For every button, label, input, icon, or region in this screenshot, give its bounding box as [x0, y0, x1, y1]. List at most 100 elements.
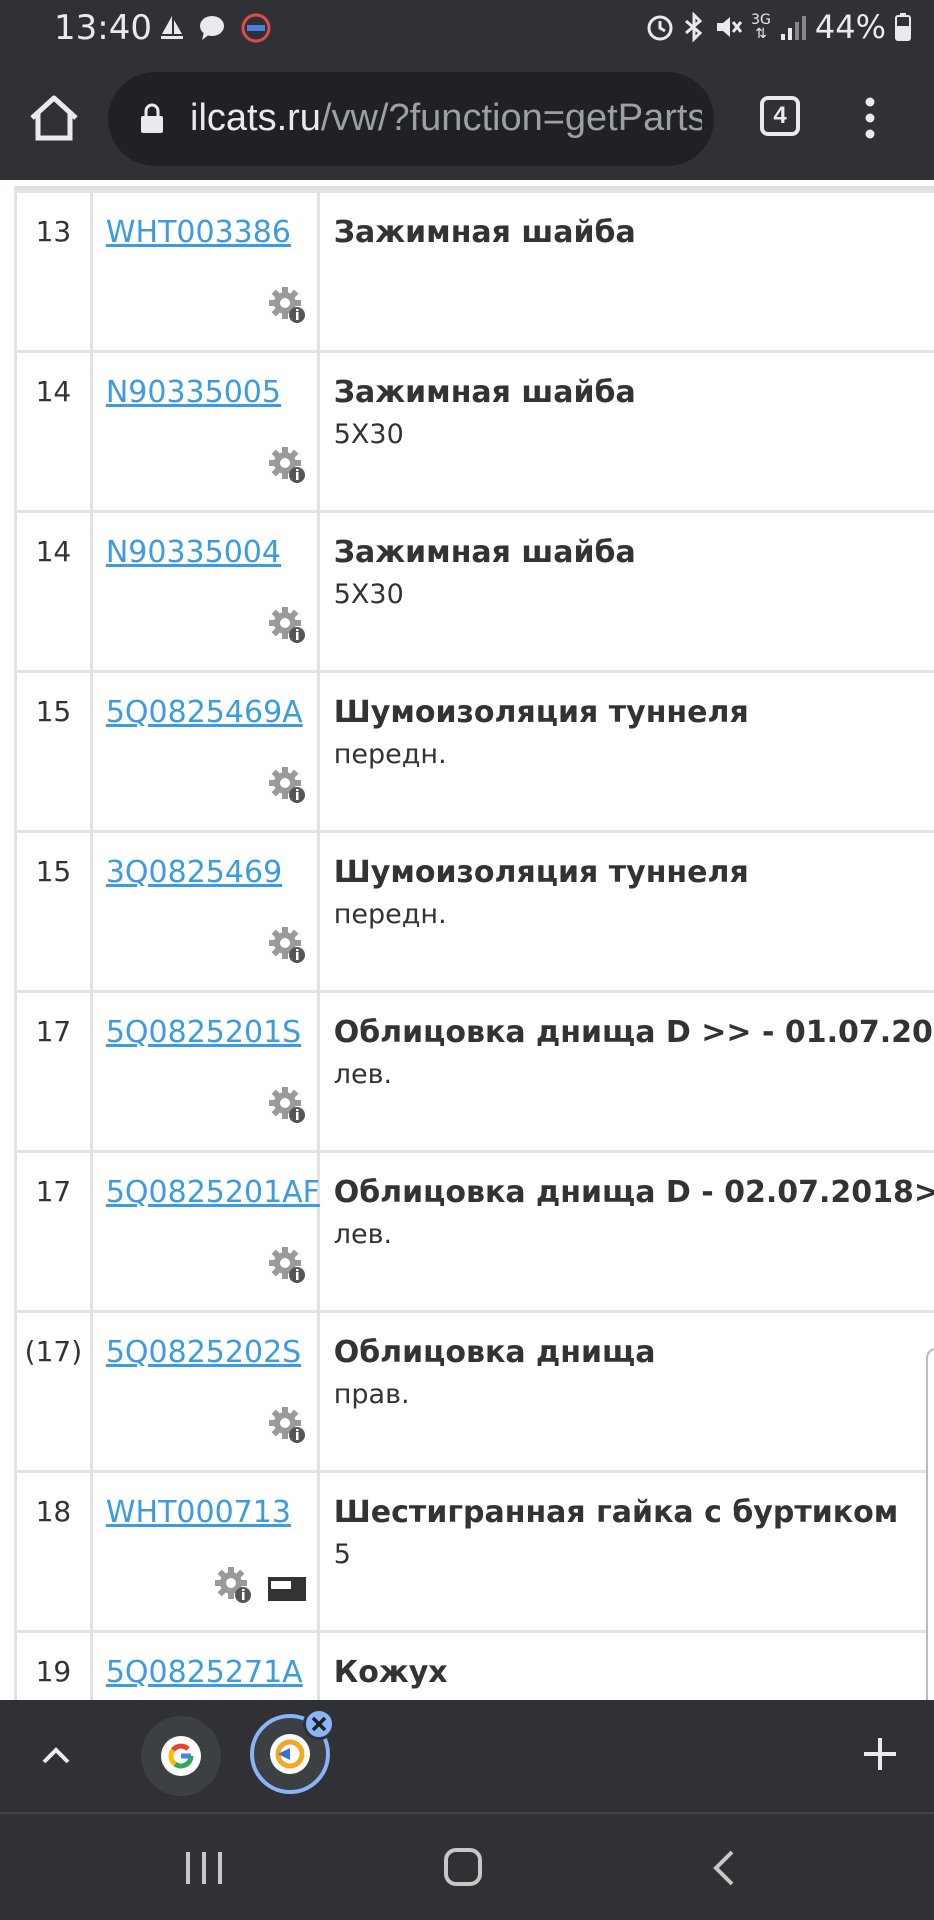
part-info-icon[interactable]	[267, 925, 307, 970]
close-icon	[311, 1716, 327, 1732]
recents-icon[interactable]	[184, 1850, 224, 1886]
part-number-link[interactable]: 5Q0825201AF	[106, 1175, 320, 1210]
overflow-menu-icon[interactable]	[860, 94, 880, 142]
part-number-link[interactable]: N90335004	[106, 535, 281, 570]
table-row: 15 3Q0825469 Шумоизоляция туннеля передн.	[14, 830, 934, 993]
part-name: Шумоизоляция туннеля	[333, 855, 749, 890]
url-text[interactable]: ilcats.ru/vw/?function=getParts	[190, 92, 702, 144]
part-number-link[interactable]: WHT003386	[106, 215, 291, 250]
part-number-link[interactable]: 5Q0825271A	[106, 1655, 303, 1690]
parts-table: 13 WHT003386 Зажимная шайба 14 N90335005 Зажи…	[14, 190, 934, 1700]
position-cell: 17	[14, 990, 93, 1153]
chevron-up-icon[interactable]	[38, 1736, 74, 1776]
part-name: Кожух	[333, 1655, 448, 1690]
browser-toolbar: ilcats.ru/vw/?function=getParts 4	[0, 56, 934, 180]
network-type: 3G ⇅	[751, 12, 771, 42]
position-cell: 14	[14, 510, 93, 673]
back-icon[interactable]	[712, 1848, 736, 1888]
home-icon[interactable]	[28, 94, 80, 142]
part-number-cell: WHT003386	[89, 190, 320, 353]
part-note: лев.	[333, 1059, 393, 1090]
part-actions	[213, 1565, 307, 1610]
tab-strip	[0, 1700, 934, 1812]
part-note: прав.	[333, 1379, 410, 1410]
new-tab-icon[interactable]	[862, 1736, 898, 1772]
position-cell: 15	[14, 830, 93, 993]
part-name: Облицовка днища D >> - 01.07.2018	[333, 1015, 934, 1050]
home-nav-button[interactable]	[444, 1848, 482, 1886]
part-name: Шестигранная гайка с буртиком	[333, 1495, 899, 1530]
position-cell: 17	[14, 1150, 93, 1313]
table-row: 17 5Q0825201AF Облицовка днища D - 02.07.2…	[14, 1150, 934, 1313]
table-row: 15 5Q0825469A Шумоизоляция туннеля передн.	[14, 670, 934, 833]
url-host: ilcats.ru	[190, 97, 321, 139]
alarm-icon	[647, 15, 673, 41]
part-note: 5X30	[333, 579, 404, 610]
part-image-icon[interactable]	[267, 1573, 307, 1610]
part-info-icon[interactable]	[267, 445, 307, 490]
status-time: 13:40	[54, 8, 152, 48]
battery-icon	[895, 13, 911, 41]
table-row: 18 WHT000713 Шестигранная гайка с буртиком…	[14, 1470, 934, 1633]
tab-google[interactable]	[141, 1716, 221, 1796]
description-cell: Зажимная шайба 5X30	[316, 510, 934, 673]
position-cell: 13	[14, 190, 93, 353]
part-number-cell: 5Q0825469A	[89, 670, 320, 833]
part-number-link[interactable]: 5Q0825202S	[106, 1335, 301, 1370]
part-actions	[267, 445, 307, 490]
part-name: Зажимная шайба	[333, 535, 636, 570]
part-actions	[267, 605, 307, 650]
part-number-link[interactable]: 3Q0825469	[106, 855, 282, 890]
table-row: 19 5Q0825271A Кожухслева спереди	[14, 1630, 934, 1700]
part-info-icon[interactable]	[267, 1085, 307, 1130]
tab-switcher-button[interactable]: 4	[760, 96, 800, 136]
close-tab-button[interactable]	[303, 1708, 335, 1740]
lock-icon[interactable]	[140, 102, 164, 134]
part-info-icon[interactable]	[213, 1565, 253, 1610]
part-note: передн.	[333, 739, 447, 770]
mute-icon	[717, 17, 743, 37]
part-name: Зажимная шайба	[333, 215, 636, 250]
part-name: Шумоизоляция туннеля	[333, 695, 749, 730]
part-info-icon[interactable]	[267, 605, 307, 650]
scroll-handle[interactable]	[926, 1348, 934, 1700]
position-cell: 19	[14, 1630, 93, 1700]
part-number-cell: WHT000713	[89, 1470, 320, 1633]
part-note: передн.	[333, 899, 447, 930]
address-bar[interactable]: ilcats.ru/vw/?function=getParts	[108, 72, 714, 166]
page-content: 13 WHT003386 Зажимная шайба 14 N90335005 Зажи…	[0, 180, 934, 1700]
part-info-icon[interactable]	[267, 765, 307, 810]
part-number-link[interactable]: 5Q0825201S	[106, 1015, 301, 1050]
part-name: Зажимная шайба	[333, 375, 636, 410]
google-icon	[161, 1736, 201, 1776]
part-info-icon[interactable]	[267, 1405, 307, 1450]
part-number-cell: 5Q0825201S	[89, 990, 320, 1153]
part-number-link[interactable]: WHT000713	[106, 1495, 291, 1530]
part-info-icon[interactable]	[267, 285, 307, 330]
description-cell: Облицовка днища D >> - 01.07.2018 лев.	[316, 990, 934, 1153]
sailboat-notification-icon	[161, 16, 183, 39]
part-name: Облицовка днища D - 02.07.2018>>	[333, 1175, 934, 1210]
description-cell: Шестигранная гайка с буртиком 5	[316, 1470, 934, 1633]
table-row: (17) 5Q0825202S Облицовка днища прав.	[14, 1310, 934, 1473]
description-cell: Зажимная шайба 5X30	[316, 350, 934, 513]
part-actions	[267, 285, 307, 330]
description-cell: Шумоизоляция туннеля передн.	[316, 670, 934, 833]
position-cell: 18	[14, 1470, 93, 1633]
bluetooth-icon	[685, 12, 703, 42]
part-number-link[interactable]: 5Q0825469A	[106, 695, 303, 730]
part-number-cell: 3Q0825469	[89, 830, 320, 993]
battery-percent: 44%	[814, 8, 886, 46]
part-number-link[interactable]: N90335005	[106, 375, 281, 410]
position-cell: (17)	[14, 1310, 93, 1473]
part-actions	[267, 765, 307, 810]
description-cell: Облицовка днища D - 02.07.2018>> лев.	[316, 1150, 934, 1313]
part-actions	[267, 1245, 307, 1290]
status-icons: 3G ⇅ 44%	[645, 8, 912, 46]
description-cell: Облицовка днища прав.	[316, 1310, 934, 1473]
description-cell: Шумоизоляция туннеля передн.	[316, 830, 934, 993]
position-cell: 15	[14, 670, 93, 833]
part-info-icon[interactable]	[267, 1245, 307, 1290]
table-row: 13 WHT003386 Зажимная шайба	[14, 190, 934, 353]
part-actions	[267, 1405, 307, 1450]
